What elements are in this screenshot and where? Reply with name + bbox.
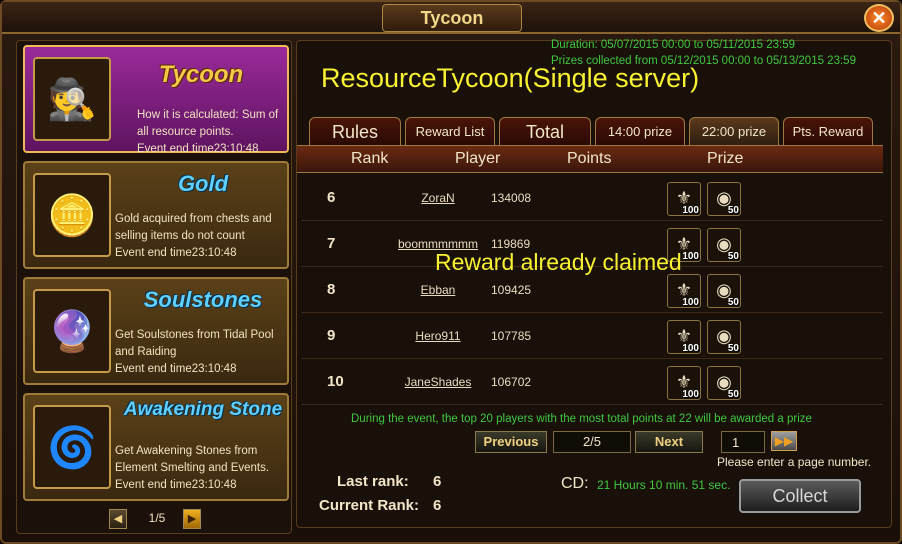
event-end-time: Event end time23:10:48 [115,363,237,375]
prize-count: 50 [727,251,739,262]
gold-shard-icon[interactable]: ⚜ 100 [667,320,701,354]
col-rank: Rank [351,150,389,167]
pearl-icon[interactable]: ◉ 50 [707,366,741,400]
points-cell: 134008 [491,191,532,205]
reward-claimed-text: Reward already claimed [435,249,682,275]
sidebar-page-indicator: 1/5 [148,511,166,525]
event-desc-text: Gold acquired from chests and selling it… [115,213,272,242]
col-points: Points [567,150,612,167]
prize-count: 50 [727,389,739,400]
event-desc: Gold acquired from chests and selling it… [115,211,287,262]
close-button[interactable]: ✕ [864,4,894,32]
prize-count: 100 [682,389,699,400]
table-row: 6 ZoraN 134008 ⚜ 100 ◉ 50 [301,175,883,221]
prize-count: 100 [682,205,699,216]
pearl-icon[interactable]: ◉ 50 [707,320,741,354]
prize-count: 50 [727,297,739,308]
table-row: 10 JaneShades 106702 ⚜ 100 ◉ 50 [301,359,883,405]
points-cell: 107785 [491,329,532,343]
player-link[interactable]: ZoraN [393,191,483,205]
event-end-time: Event end time23:10:48 [115,479,237,491]
duration-text: Duration: 05/07/2015 00:00 to 05/11/2015… [551,39,796,51]
prize-count: 100 [682,297,699,308]
player-link[interactable]: Ebban [393,283,483,297]
awakening-stone-icon: 🌀 [33,405,111,489]
collect-button[interactable]: Collect [739,479,861,513]
event-card-gold[interactable]: 🪙 Gold Gold acquired from chests and sel… [23,161,289,269]
page-indicator: 2/5 [553,431,631,453]
rank-cell: 10 [327,373,344,390]
sidebar-prev-button[interactable]: ◀ [109,509,127,529]
prize-count: 100 [682,343,699,354]
gold-shard-icon[interactable]: ⚜ 100 [667,366,701,400]
event-desc: Get Soulstones from Tidal Pool and Raidi… [115,327,287,378]
player-link[interactable]: Hero911 [393,329,483,343]
event-desc-text: Get Soulstones from Tidal Pool and Raidi… [115,329,274,358]
go-page-button[interactable]: ▶▶ [771,431,797,451]
prize-count: 100 [682,251,699,262]
prize-count: 50 [727,205,739,216]
tab-reward-list[interactable]: Reward List [405,117,495,145]
event-end-time: Event end time23:10:48 [115,247,237,259]
points-cell: 109425 [491,283,532,297]
sidebar-next-button[interactable]: ▶ [183,509,201,529]
event-end-time: Event end time23:10:48 [137,143,259,155]
next-button[interactable]: Next [635,431,703,453]
pearl-icon[interactable]: ◉ 50 [707,228,741,262]
tab-total[interactable]: Total [499,117,591,145]
event-name: Awakening Stone [123,399,283,420]
pearl-icon[interactable]: ◉ 50 [707,274,741,308]
event-card-tycoon[interactable]: 🕵 Tycoon How it is calculated: Sum of al… [23,45,289,155]
tab-1400-prize[interactable]: 14:00 prize [595,117,685,145]
cd-label: CD: [561,475,589,492]
event-desc-text: Get Awakening Stones from Element Smelti… [115,445,270,474]
rank-cell: 8 [327,281,336,298]
previous-button[interactable]: Previous [475,431,547,453]
title-bar: Tycoon ✕ [2,2,900,34]
page-hint: Please enter a page number. [717,455,872,469]
gold-shard-icon[interactable]: ⚜ 100 [667,274,701,308]
last-rank-value: 6 [433,473,442,490]
event-name: Soulstones [143,287,263,312]
main-panel: Duration: 05/07/2015 00:00 to 05/11/2015… [296,39,892,528]
event-sidebar: 🕵 Tycoon How it is calculated: Sum of al… [16,40,292,534]
tycoon-icon: 🕵 [33,57,111,141]
last-rank-label: Last rank: [337,473,409,490]
event-desc: How it is calculated: Sum of all resourc… [137,107,287,158]
event-desc: Get Awakening Stones from Element Smelti… [115,443,287,494]
player-link[interactable]: JaneShades [393,375,483,389]
rank-cell: 6 [327,189,336,206]
rank-cell: 9 [327,327,336,344]
event-card-soulstones[interactable]: 🔮 Soulstones Get Soulstones from Tidal P… [23,277,289,385]
points-cell: 106702 [491,375,532,389]
gold-shard-icon[interactable]: ⚜ 100 [667,182,701,216]
sidebar-pager: ◀ 1/5 ▶ [109,509,205,529]
page-number-input[interactable] [721,431,765,453]
cd-value: 21 Hours 10 min. 51 sec. [597,478,731,492]
prize-notice: During the event, the top 20 players wit… [351,413,812,425]
current-rank-label: Current Rank: [319,497,420,514]
col-player: Player [455,150,501,167]
table-row: 9 Hero911 107785 ⚜ 100 ◉ 50 [301,313,883,359]
gold-coin-icon: 🪙 [33,173,111,257]
event-title: ResourceTycoon(Single server) [321,63,700,93]
pearl-icon[interactable]: ◉ 50 [707,182,741,216]
tab-2200-prize[interactable]: 22:00 prize [689,117,779,145]
window-title: Tycoon [382,4,522,32]
game-window: Tycoon ✕ 🕵 Tycoon How it is calculated: … [0,0,902,544]
tab-pts-reward[interactable]: Pts. Reward [783,117,873,145]
col-prize: Prize [707,150,744,167]
tab-bar: Rules Reward List Total 14:00 prize 22:0… [309,117,889,145]
current-rank-value: 6 [433,497,442,514]
event-name: Gold [177,171,229,196]
soulstone-orb-icon: 🔮 [33,289,111,373]
rank-cell: 7 [327,235,336,252]
event-desc-text: How it is calculated: Sum of all resourc… [137,109,279,138]
table-header: Rank Player Points Prize [297,145,883,173]
tab-rules[interactable]: Rules [309,117,401,145]
event-name: Tycoon [158,61,244,88]
event-card-awakening-stone[interactable]: 🌀 Awakening Stone Get Awakening Stones f… [23,393,289,501]
prize-count: 50 [727,343,739,354]
